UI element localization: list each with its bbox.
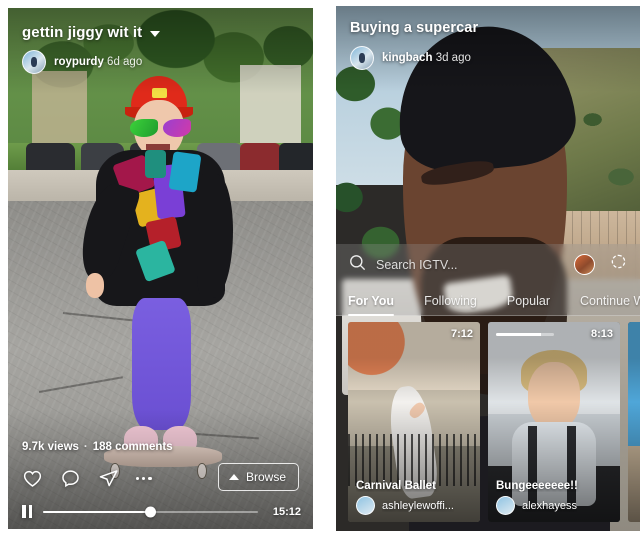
more-icon[interactable]: [136, 476, 152, 481]
author-username: kingbach: [382, 52, 433, 64]
left-phone-screen: gettin jiggy wit it roypurdy 6d ago 9.7k…: [8, 8, 313, 529]
author-row[interactable]: kingbach 3d ago: [350, 46, 471, 70]
card-user-row[interactable]: ashleylewoffi...: [356, 496, 474, 515]
tab-popular[interactable]: Popular: [507, 294, 550, 316]
author-username: roypurdy: [54, 56, 104, 68]
cap-logo: [152, 88, 168, 98]
video-stats-row: 9.7k views · 188 comments: [22, 441, 173, 453]
card-title: Bungeeeeeee!!: [496, 480, 578, 492]
avatar[interactable]: [22, 50, 46, 74]
chevron-down-icon[interactable]: [150, 30, 161, 37]
card-progress-bar: [496, 333, 554, 336]
search-bar[interactable]: Search IGTV...: [348, 253, 458, 277]
card-gradient: [348, 322, 480, 522]
comment-icon[interactable]: [60, 468, 81, 489]
left-hand: [86, 273, 105, 298]
browse-tabs: For You Following Popular Continue W: [348, 284, 640, 316]
author-timeago: 3d ago: [435, 52, 471, 64]
progress-knob[interactable]: [145, 506, 157, 517]
right-phone-screen: Buying a supercar kingbach 3d ago Search…: [336, 6, 640, 531]
card-title: Carnival Ballet: [356, 480, 436, 492]
tab-continue-watching[interactable]: Continue W: [580, 294, 640, 316]
author-label: kingbach 3d ago: [382, 52, 471, 64]
pause-icon[interactable]: [22, 505, 33, 518]
avatar: [496, 496, 515, 515]
video-title-row[interactable]: gettin jiggy wit it: [22, 24, 161, 41]
video-card-partial[interactable]: [628, 322, 640, 522]
progress-scrubber[interactable]: [43, 506, 258, 517]
sheet-header-icons: [574, 252, 628, 276]
avatar[interactable]: [350, 46, 374, 70]
right-arm: [196, 174, 234, 298]
card-username: ashleylewoffi...: [382, 499, 454, 512]
search-icon: [348, 253, 367, 277]
browse-sheet: Search IGTV... For You Following Popular…: [336, 244, 640, 531]
skateboard-wheel: [196, 462, 207, 480]
video-card-list: 7:12 Carnival Ballet ashleylewoffi... 8:…: [336, 318, 640, 531]
browse-button[interactable]: Browse: [217, 463, 299, 491]
chevron-up-icon: [228, 474, 239, 480]
avatar: [356, 496, 375, 515]
skateboarder-subject: [70, 75, 234, 488]
story-avatar-icon[interactable]: [574, 253, 595, 275]
search-input[interactable]: Search IGTV...: [376, 258, 458, 272]
view-count: 9.7k views: [22, 441, 79, 453]
video-title: gettin jiggy wit it: [22, 24, 143, 41]
share-icon[interactable]: [98, 468, 119, 489]
purple-pants: [132, 297, 192, 430]
progress-fill: [43, 510, 151, 513]
video-title: Buying a supercar: [350, 20, 479, 36]
card-duration: 8:13: [590, 328, 613, 340]
video-duration: 15:12: [272, 505, 301, 518]
tab-following[interactable]: Following: [424, 294, 477, 316]
video-title-row[interactable]: Buying a supercar: [350, 20, 478, 36]
card-gradient: [628, 322, 640, 522]
tab-for-you[interactable]: For You: [348, 294, 395, 316]
card-user-row[interactable]: alexhayess: [496, 496, 614, 515]
card-username: alexhayess: [522, 499, 578, 512]
heart-icon[interactable]: [22, 468, 43, 489]
card-gradient: [488, 322, 620, 522]
action-bar: [22, 468, 152, 489]
card-duration: 7:12: [450, 328, 473, 340]
comment-count[interactable]: 188 comments: [93, 441, 173, 453]
video-card[interactable]: 7:12 Carnival Ballet ashleylewoffi...: [348, 322, 480, 522]
screenshot-stage: gettin jiggy wit it roypurdy 6d ago 9.7k…: [0, 0, 640, 537]
stats-separator: ·: [83, 441, 88, 453]
sunglasses: [129, 118, 192, 137]
author-row[interactable]: roypurdy 6d ago: [22, 50, 142, 74]
settings-icon[interactable]: [609, 252, 628, 276]
browse-label: Browse: [245, 470, 286, 484]
video-card[interactable]: 8:13 Bungeeeeeee!! alexhayess: [488, 322, 620, 522]
player-controls: 15:12: [22, 505, 301, 518]
author-label: roypurdy 6d ago: [54, 56, 142, 68]
author-timeago: 6d ago: [107, 56, 143, 68]
tabs-divider: [336, 315, 640, 316]
